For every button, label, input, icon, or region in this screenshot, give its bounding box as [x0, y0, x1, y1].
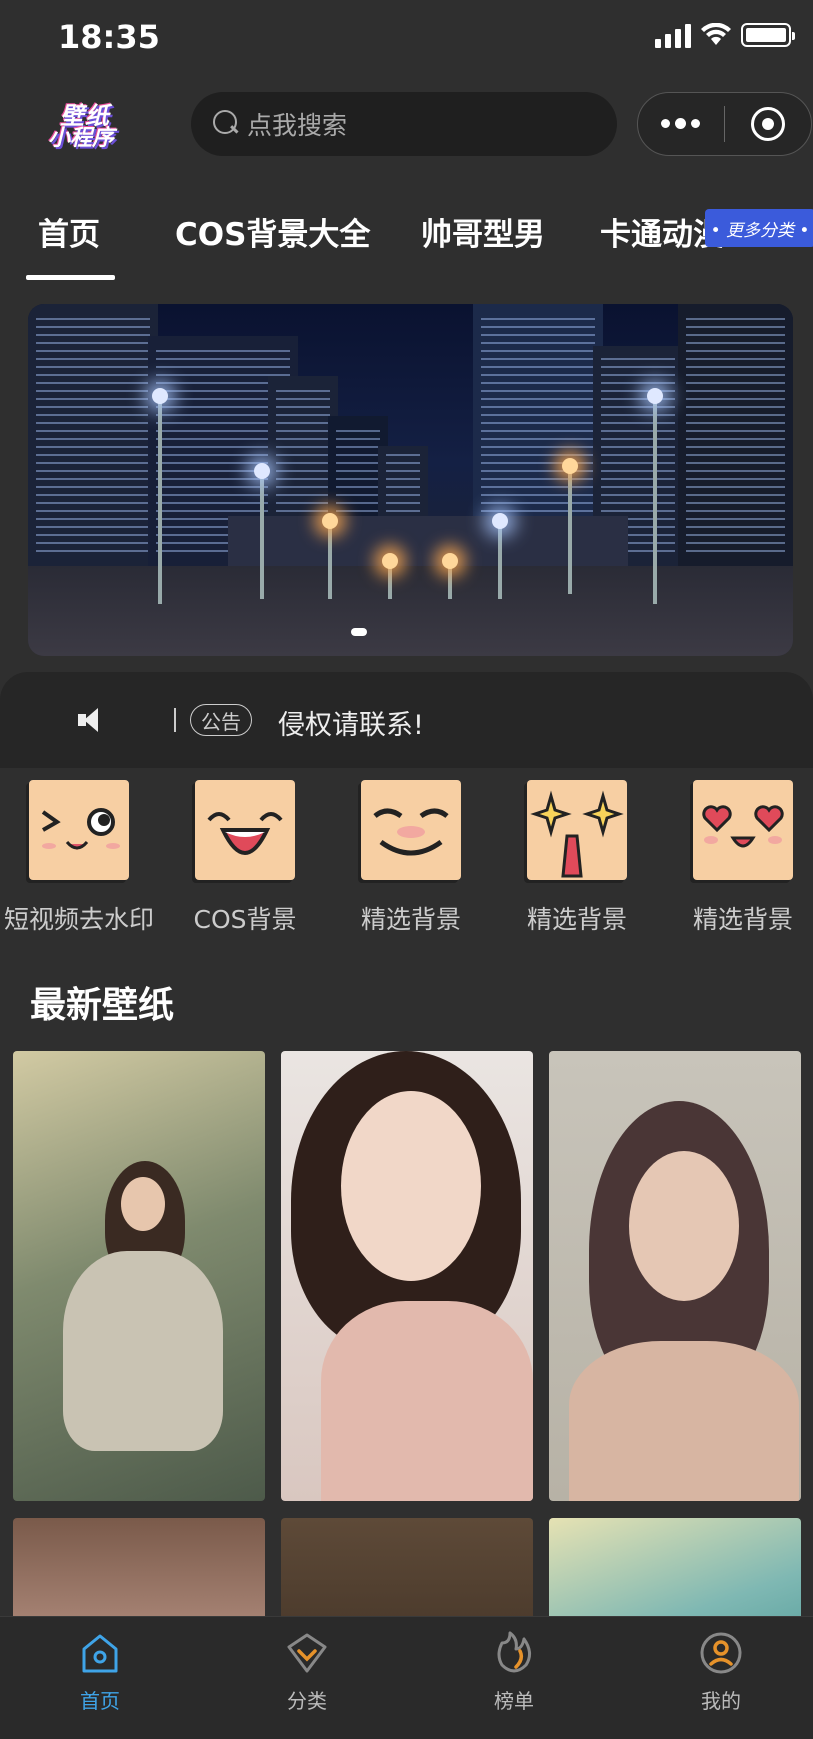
- speaker-icon: [78, 708, 108, 732]
- tab-cos[interactable]: COS背景大全: [175, 209, 370, 254]
- wink-face-icon: [29, 780, 129, 880]
- category-label: 精选背景: [692, 905, 793, 934]
- more-categories-button[interactable]: • 更多分类 •: [705, 209, 813, 247]
- shortcut-categories: 短视频去水印 COS背景 精选背景 精选背景 精选背景: [0, 768, 813, 938]
- more-options-icon[interactable]: [638, 118, 724, 129]
- status-bar: 18:35: [0, 0, 813, 78]
- category-item[interactable]: 短视频去水印: [4, 780, 154, 936]
- banner-indicator-dot[interactable]: [351, 628, 367, 636]
- tabbar-ranking[interactable]: 榜单: [454, 1631, 574, 1714]
- notice-text: 侵权请联系!: [278, 710, 424, 741]
- category-label: 精选背景: [360, 905, 461, 934]
- category-item[interactable]: COS背景: [170, 780, 320, 936]
- tabbar-category[interactable]: 分类: [247, 1631, 367, 1714]
- tabbar-home[interactable]: 首页: [40, 1631, 160, 1714]
- category-label: COS背景: [193, 905, 297, 934]
- wifi-icon: [701, 23, 731, 45]
- laughing-face-icon: [195, 780, 295, 880]
- tabbar-label: 我的: [701, 1689, 741, 1713]
- tabbar-label: 分类: [287, 1689, 327, 1713]
- tab-handsome[interactable]: 帅哥型男: [421, 209, 545, 254]
- logo-line2: 小程序: [48, 126, 115, 151]
- active-tab-indicator: [26, 275, 115, 280]
- status-icons: [655, 22, 795, 48]
- notice-divider: [174, 708, 176, 732]
- category-tabs: 首页 COS背景大全 帅哥型男 卡通动漫 • 更多分类 •: [0, 195, 813, 285]
- notice-badge: 公告: [190, 704, 252, 736]
- category-item[interactable]: 精选背景: [668, 780, 813, 936]
- cellular-signal-icon: [655, 22, 691, 48]
- starry-eyes-face-icon: [527, 780, 627, 880]
- wallpaper-card[interactable]: [549, 1518, 801, 1616]
- home-icon: [78, 1631, 122, 1675]
- status-time: 18:35: [58, 18, 160, 56]
- close-miniprogram-button[interactable]: [725, 107, 811, 141]
- heart-eyes-face-icon: [693, 780, 793, 880]
- category-item[interactable]: 精选背景: [502, 780, 652, 936]
- section-title: 最新壁纸: [30, 985, 175, 1026]
- ranking-icon: [492, 1631, 536, 1675]
- search-icon: [213, 110, 241, 138]
- tabbar-label: 首页: [80, 1689, 120, 1713]
- tabbar-label: 榜单: [494, 1689, 534, 1713]
- tabbar-profile[interactable]: 我的: [661, 1631, 781, 1714]
- profile-icon: [699, 1631, 743, 1675]
- tab-home[interactable]: 首页: [38, 209, 100, 254]
- miniprogram-capsule: [637, 92, 812, 156]
- search-placeholder: 点我搜索: [247, 111, 348, 140]
- search-bar[interactable]: 点我搜索: [191, 92, 617, 156]
- wallpaper-card[interactable]: [13, 1051, 265, 1501]
- banner-carousel[interactable]: [28, 304, 793, 656]
- header: 壁纸 小程序 点我搜索: [0, 88, 813, 158]
- notice-bar[interactable]: 公告 侵权请联系!: [0, 672, 813, 768]
- wallpaper-card[interactable]: [281, 1051, 533, 1501]
- wallpaper-card[interactable]: [281, 1518, 533, 1616]
- wallpaper-card[interactable]: [13, 1518, 265, 1616]
- bottom-tab-bar: 首页 分类 榜单 我的: [0, 1616, 813, 1739]
- battery-icon: [741, 23, 795, 47]
- category-icon: [285, 1631, 329, 1675]
- category-label: 短视频去水印: [4, 905, 155, 934]
- wallpaper-grid: [13, 1051, 803, 1616]
- target-icon: [751, 107, 786, 141]
- wallpaper-card[interactable]: [549, 1051, 801, 1501]
- category-item[interactable]: 精选背景: [336, 780, 486, 936]
- grin-face-icon: [361, 780, 461, 880]
- app-logo: 壁纸 小程序: [48, 96, 128, 151]
- category-label: 精选背景: [526, 905, 627, 934]
